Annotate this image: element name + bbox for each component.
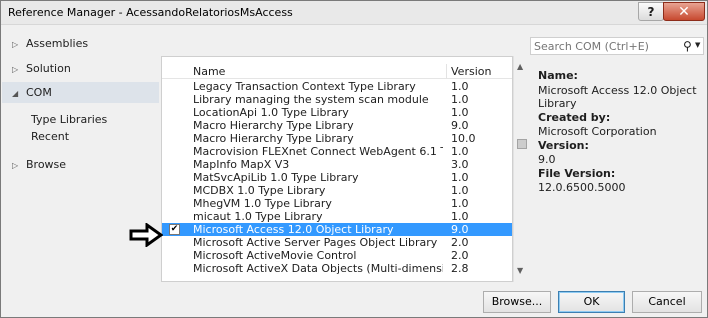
nav-com[interactable]: ◢ COM (12, 86, 52, 102)
expand-arrow-icon: ▷ (12, 40, 19, 49)
title-bar: Reference Manager - AcessandoRelatoriosM… (1, 1, 707, 25)
chevron-down-icon[interactable]: ▼ (695, 41, 700, 49)
reference-manager-window: Reference Manager - AcessandoRelatoriosM… (0, 0, 708, 318)
row-version: 1.0 (451, 106, 469, 119)
search-box[interactable]: ⚲ ▼ (530, 37, 704, 55)
column-header-name[interactable]: Name (193, 65, 225, 78)
row-name: Microsoft ActiveMovie Control (193, 249, 357, 262)
list-scrollbar[interactable]: ▲ ▼ (513, 56, 530, 282)
scroll-thumb[interactable] (517, 139, 527, 149)
table-row[interactable]: MhegVM 1.0 Type Library 1.0 (162, 197, 512, 210)
detail-name-value-line2: Library (538, 97, 577, 110)
row-name: Library managing the system scan module (193, 93, 429, 106)
nav-recent[interactable]: Recent (31, 130, 69, 145)
detail-file-version-label: File Version: (538, 167, 616, 180)
table-row[interactable]: MCDBX 1.0 Type Library 1.0 (162, 184, 512, 197)
table-row[interactable]: MatSvcApiLib 1.0 Type Library 1.0 (162, 171, 512, 184)
row-version: 1.0 (451, 197, 469, 210)
close-button[interactable]: ✕ (663, 2, 705, 21)
expand-arrow-icon: ▷ (12, 65, 19, 74)
table-row[interactable]: Library managing the system scan module 1… (162, 93, 512, 106)
row-name: MatSvcApiLib 1.0 Type Library (193, 171, 359, 184)
row-version: 2.0 (451, 236, 469, 249)
table-row[interactable]: Microsoft Active Server Pages Object Lib… (162, 236, 512, 249)
table-row[interactable]: LocationApi 1.0 Type Library 1.0 (162, 106, 512, 119)
row-name: Macro Hierarchy Type Library (193, 132, 354, 145)
detail-created-value: Microsoft Corporation (538, 125, 657, 138)
row-name: Microsoft ActiveX Data Objects (Multi-di… (193, 262, 443, 275)
list-header: Name Version (162, 64, 512, 79)
scroll-up-icon[interactable]: ▲ (517, 62, 523, 71)
row-version: 9.0 (451, 119, 469, 132)
table-row[interactable]: ✔ Microsoft Access 12.0 Object Library 9.0 (162, 223, 512, 236)
row-version: 10.0 (451, 132, 476, 145)
collapse-arrow-icon: ◢ (12, 89, 19, 98)
table-row[interactable]: Microsoft ActiveMovie Control 2.0 (162, 249, 512, 262)
type-library-list[interactable]: Name Version Legacy Transaction Context … (161, 56, 513, 282)
column-header-version[interactable]: Version (451, 65, 491, 78)
detail-created-label: Created by: (538, 111, 611, 124)
window-title: Reference Manager - AcessandoRelatoriosM… (8, 6, 293, 19)
row-version: 9.0 (451, 223, 469, 236)
row-version: 2.0 (451, 249, 469, 262)
search-input[interactable] (534, 40, 679, 53)
row-version: 3.0 (451, 158, 469, 171)
row-name: Microsoft Active Server Pages Object Lib… (193, 236, 438, 249)
nav-browse[interactable]: ▷ Browse (12, 158, 66, 174)
help-button[interactable]: ? (638, 2, 664, 21)
column-divider[interactable] (446, 64, 447, 79)
row-name: MCDBX 1.0 Type Library (193, 184, 326, 197)
search-icon[interactable]: ⚲ (683, 39, 692, 53)
row-name: Legacy Transaction Context Type Library (193, 80, 416, 93)
row-version: 1.0 (451, 171, 469, 184)
nav-type-libraries[interactable]: Type Libraries (31, 113, 107, 128)
detail-version-label: Version: (538, 139, 589, 152)
browse-button[interactable]: Browse... (483, 291, 551, 313)
table-row[interactable]: micaut 1.0 Type Library 1.0 (162, 210, 512, 223)
row-version: 1.0 (451, 184, 469, 197)
pointer-arrow-icon (129, 223, 163, 247)
cancel-button[interactable]: Cancel (632, 291, 702, 313)
table-row[interactable]: Microsoft ActiveX Data Objects (Multi-di… (162, 262, 512, 275)
row-name: Macro Hierarchy Type Library (193, 119, 354, 132)
table-row[interactable]: Macrovision FLEXnet Connect WebAgent 6.1… (162, 145, 512, 158)
left-nav: ▷ Assemblies ▷ Solution ◢ COM Type Librarie… (2, 25, 159, 315)
row-name: Microsoft Access 12.0 Object Library (193, 223, 394, 236)
row-name: MhegVM 1.0 Type Library (193, 197, 332, 210)
detail-name-value: Microsoft Access 12.0 Object (538, 84, 697, 97)
row-checkbox[interactable]: ✔ (169, 224, 180, 235)
row-version: 1.0 (451, 145, 469, 158)
row-version: 2.8 (451, 262, 469, 275)
detail-version-value: 9.0 (538, 153, 556, 166)
table-row[interactable]: Legacy Transaction Context Type Library 1… (162, 80, 512, 93)
row-version: 1.0 (451, 80, 469, 93)
detail-file-version-value: 12.0.6500.5000 (538, 181, 626, 194)
table-row[interactable]: Macro Hierarchy Type Library 10.0 (162, 132, 512, 145)
row-name: MapInfo MapX V3 (193, 158, 290, 171)
ok-button[interactable]: OK (558, 291, 625, 313)
row-name: Macrovision FLEXnet Connect WebAgent 6.1… (193, 145, 443, 158)
nav-assemblies[interactable]: ▷ Assemblies (12, 37, 88, 53)
row-name: micaut 1.0 Type Library (193, 210, 323, 223)
row-version: 1.0 (451, 93, 469, 106)
row-version: 1.0 (451, 210, 469, 223)
nav-solution[interactable]: ▷ Solution (12, 62, 71, 78)
table-row[interactable]: MapInfo MapX V3 3.0 (162, 158, 512, 171)
expand-arrow-icon: ▷ (12, 161, 19, 170)
scroll-down-icon[interactable]: ▼ (517, 266, 523, 275)
detail-name-label: Name: (538, 69, 578, 82)
row-name: LocationApi 1.0 Type Library (193, 106, 349, 119)
table-row[interactable]: Macro Hierarchy Type Library 9.0 (162, 119, 512, 132)
